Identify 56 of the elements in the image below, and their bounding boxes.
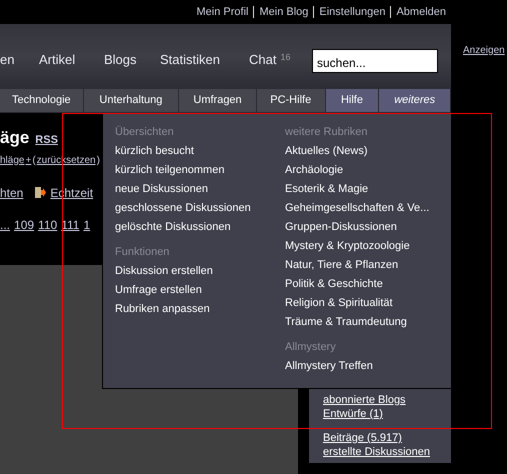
menu-item[interactable]: Esoterik & Magie — [285, 180, 430, 199]
menu-item[interactable]: Gruppen-Diskussionen — [285, 218, 430, 237]
menu-item[interactable]: Aktuelles (News) — [285, 142, 430, 161]
nav-link[interactable]: Statistiken — [160, 50, 220, 70]
menu-item[interactable]: Religion & Spiritualität — [285, 294, 430, 313]
menu-item[interactable]: geschlossene Diskussionen — [115, 199, 285, 218]
sidebar-link[interactable]: Entwürfe (1) — [323, 407, 451, 421]
top-link[interactable]: Mein Profil — [196, 4, 248, 20]
menu-item[interactable]: Natur, Tiere & Pflanzen — [285, 256, 430, 275]
category-tab[interactable]: weiteres — [379, 89, 450, 112]
page-title: äge — [0, 127, 30, 149]
nav-link[interactable]: Chat $^{16}$ — [249, 50, 290, 70]
menu-item[interactable]: Diskussion erstellen — [115, 262, 285, 281]
sidebar-link[interactable]: abonnierte Blogs — [323, 393, 451, 407]
menu-item[interactable]: Mystery & Kryptozoologie — [285, 237, 430, 256]
menu-item[interactable]: Geheimgesellschaften & Ve... — [285, 199, 430, 218]
page-link[interactable]: 109 — [14, 216, 34, 234]
menu-heading: Übersichten — [115, 124, 175, 140]
menu-item[interactable]: gelöschte Diskussionen — [115, 218, 285, 237]
page-link[interactable]: 110 — [38, 216, 58, 234]
page-link[interactable]: 1 — [83, 216, 90, 234]
top-link[interactable]: Abmelden — [396, 4, 446, 20]
filter-link[interactable]: hläge — [0, 152, 24, 168]
menu-item[interactable]: Umfrage erstellen — [115, 281, 285, 300]
category-tab[interactable]: Hilfe — [326, 89, 378, 112]
nav-link[interactable]: en — [0, 50, 14, 70]
top-link[interactable]: Einstellungen — [319, 4, 386, 20]
category-tab[interactable]: Technologie — [0, 89, 83, 112]
page-link[interactable]: ... — [0, 216, 10, 234]
sidebar-link[interactable]: erstellte Diskussionen — [323, 445, 451, 459]
rss-link[interactable]: RSS — [35, 132, 58, 148]
paren-text: ) — [96, 154, 100, 168]
menu-item[interactable]: Träume & Traumdeutung — [285, 313, 430, 332]
menu-item[interactable]: kürzlich teilgenommen — [115, 161, 285, 180]
page-link[interactable]: 111 — [61, 216, 80, 234]
menu-heading: Funktionen — [115, 245, 170, 260]
paren-text: ( — [32, 154, 36, 168]
category-tab[interactable]: PC-Hilfe — [256, 89, 325, 112]
menu-item[interactable]: Politik & Geschichte — [285, 275, 430, 294]
menu-item[interactable]: Archäologie — [285, 161, 430, 180]
menu-item[interactable]: Rubriken anpassen — [115, 300, 285, 319]
menu-item[interactable]: kürzlich besucht — [115, 142, 285, 161]
nav-link[interactable]: Blogs — [104, 50, 137, 70]
menu-heading: weitere Rubriken — [285, 125, 369, 140]
menu-item[interactable]: neue Diskussionen — [115, 180, 285, 199]
sidebar-link[interactable]: Beiträge (5.917) — [323, 431, 451, 445]
top-link[interactable]: Mein Blog — [259, 4, 308, 20]
nav-link[interactable]: Artikel — [39, 50, 76, 70]
view-link[interactable]: hten — [0, 184, 24, 202]
category-tab[interactable]: Umfragen — [179, 89, 256, 112]
menu-item[interactable]: Allmystery Treffen — [285, 357, 430, 376]
category-tab[interactable]: Unterhaltung — [84, 89, 178, 112]
search-field[interactable]: suchen... — [312, 49, 438, 73]
menu-heading: Allmystery — [285, 340, 337, 355]
filter-link[interactable]: + — [25, 152, 32, 168]
ad-link[interactable]: Anzeigen — [463, 43, 505, 89]
